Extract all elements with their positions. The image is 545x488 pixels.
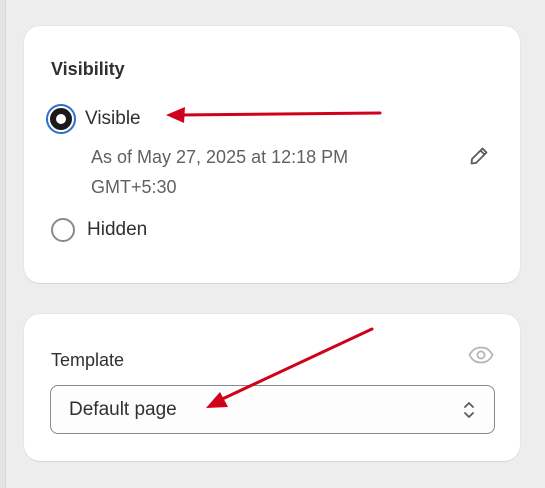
pencil-icon <box>470 147 488 165</box>
radio-option-visible[interactable]: Visible <box>46 104 141 134</box>
template-card: Template Default page <box>24 314 520 461</box>
radio-option-hidden[interactable]: Hidden <box>48 218 147 242</box>
chevron-up-down-icon <box>464 401 474 418</box>
template-label: Template <box>51 350 125 370</box>
radio-visible-selected[interactable] <box>46 104 76 134</box>
edit-visibility-date-button[interactable] <box>467 144 491 168</box>
template-select[interactable]: Default page <box>50 385 495 434</box>
eye-icon <box>468 346 494 364</box>
left-panel-edge <box>0 0 6 488</box>
visibility-schedule-text: As of May 27, 2025 at 12:18 PM GMT+5:30 <box>91 142 421 202</box>
schedule-date-line: As of May 27, 2025 at 12:18 PM <box>91 147 349 167</box>
visibility-card: Visibility Visible As of May 27, 2025 at… <box>24 26 520 283</box>
radio-label-visible[interactable]: Visible <box>85 108 141 130</box>
schedule-timezone-line: GMT+5:30 <box>91 177 177 197</box>
template-select-value: Default page <box>69 398 177 420</box>
preview-template-button[interactable] <box>467 344 495 366</box>
radio-label-hidden[interactable]: Hidden <box>87 219 147 241</box>
radio-hidden-unselected[interactable] <box>51 218 75 242</box>
radio-dot <box>50 108 72 130</box>
visibility-title: Visibility <box>51 59 125 79</box>
